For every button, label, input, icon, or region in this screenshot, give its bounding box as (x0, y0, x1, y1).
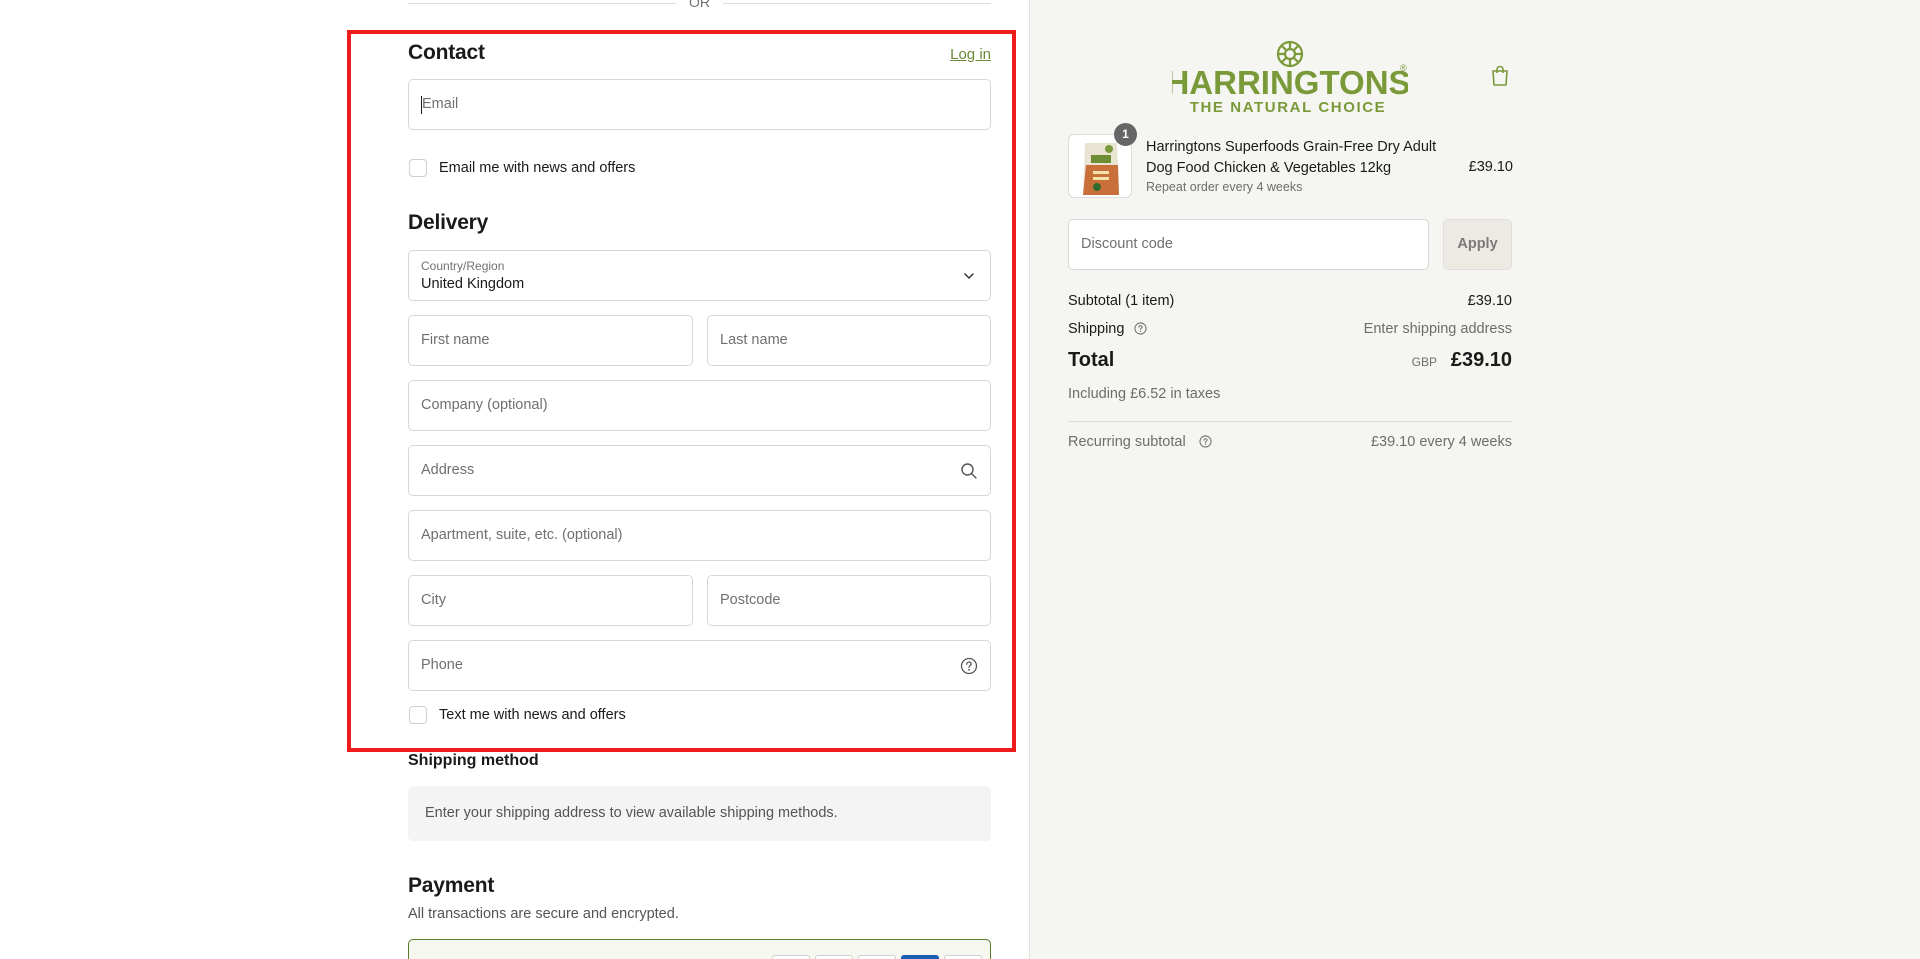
shopping-bag-icon[interactable] (1490, 65, 1510, 87)
last-name-field[interactable]: Last name (707, 315, 991, 366)
company-placeholder: Company (optional) (421, 397, 548, 413)
shipping-heading: Shipping method (408, 752, 539, 769)
apply-discount-button[interactable]: Apply (1443, 219, 1512, 270)
help-circle-icon[interactable] (1134, 322, 1148, 335)
discount-code-field[interactable]: Discount code (1068, 219, 1429, 270)
address-field[interactable]: Address (408, 445, 991, 496)
subtotal-label: Subtotal (1 item) (1068, 293, 1175, 309)
shipping-notice: Enter your shipping address to view avai… (408, 786, 991, 841)
first-name-placeholder: First name (421, 332, 490, 348)
last-name-placeholder: Last name (720, 332, 788, 348)
shipping-value: Enter shipping address (1363, 321, 1512, 337)
divider-line-right (723, 3, 991, 4)
quantity-badge: 1 (1114, 123, 1137, 146)
email-field[interactable]: Email (408, 79, 991, 130)
postcode-field[interactable]: Postcode (707, 575, 991, 626)
shipping-row: Shipping Enter shipping address (1068, 321, 1512, 337)
first-name-field[interactable]: First name (408, 315, 693, 366)
recurring-row: Recurring subtotal £39.10 every 4 weeks (1068, 434, 1512, 450)
sms-label: Text me with news and offers (439, 707, 626, 723)
payment-method-box[interactable] (408, 939, 991, 959)
city-field[interactable]: City (408, 575, 693, 626)
help-circle-icon[interactable] (960, 657, 978, 675)
sms-checkbox-row[interactable]: Text me with news and offers (409, 706, 626, 724)
payment-subtitle: All transactions are secure and encrypte… (408, 906, 679, 922)
shipping-notice-text: Enter your shipping address to view avai… (425, 805, 838, 821)
newsletter-label: Email me with news and offers (439, 160, 636, 176)
recurring-label: Recurring subtotal (1068, 434, 1186, 450)
amex-card-icon (901, 955, 939, 959)
brand-tagline: THE NATURAL CHOICE (1190, 99, 1387, 116)
phone-placeholder: Phone (421, 657, 463, 673)
total-row: Total GBP £39.10 (1068, 349, 1512, 377)
card-brand-icon (815, 955, 853, 959)
newsletter-checkbox-row[interactable]: Email me with news and offers (409, 159, 635, 177)
help-circle-icon[interactable] (1199, 435, 1212, 448)
search-icon[interactable] (960, 462, 978, 480)
subtotal-value: £39.10 (1467, 293, 1512, 309)
delivery-heading: Delivery (408, 211, 489, 234)
chevron-down-icon (964, 273, 974, 280)
phone-field[interactable]: Phone (408, 640, 991, 691)
currency-code: GBP (1411, 355, 1437, 369)
address-placeholder: Address (421, 462, 475, 478)
contact-heading: Contact (408, 41, 485, 64)
or-text: OR (689, 0, 710, 10)
sms-checkbox[interactable] (409, 706, 427, 724)
subtotal-row: Subtotal (1 item) £39.10 (1068, 293, 1512, 309)
subscription-text: Repeat order every 4 weeks (1146, 180, 1303, 194)
tax-note: Including £6.52 in taxes (1068, 386, 1221, 402)
brand-name: HARRINGTONS (1172, 64, 1408, 101)
country-value: United Kingdom (421, 276, 525, 292)
login-link[interactable]: Log in (950, 46, 991, 63)
postcode-placeholder: Postcode (720, 592, 781, 608)
product-price: £39.10 (1468, 159, 1513, 175)
company-field[interactable]: Company (optional) (408, 380, 991, 431)
email-placeholder: Email (422, 96, 459, 112)
payment-heading: Payment (408, 874, 495, 897)
apartment-field[interactable]: Apartment, suite, etc. (optional) (408, 510, 991, 561)
registered-mark: ® (1400, 63, 1407, 73)
country-label: Country/Region (421, 259, 505, 273)
country-select[interactable]: Country/Region United Kingdom (408, 250, 991, 301)
apartment-placeholder: Apartment, suite, etc. (optional) (421, 527, 623, 543)
shipping-label: Shipping (1068, 321, 1125, 337)
card-brand-icon (944, 955, 982, 959)
harringtons-logo[interactable]: HARRINGTONS ® THE NATURAL CHOICE (1172, 36, 1408, 116)
contact-header: Contact Log in (408, 41, 991, 69)
card-brand-icon (858, 955, 896, 959)
city-placeholder: City (421, 592, 446, 608)
total-value: £39.10 (1450, 349, 1512, 371)
card-brand-icon (772, 955, 810, 959)
newsletter-checkbox[interactable] (409, 159, 427, 177)
discount-placeholder: Discount code (1081, 236, 1173, 252)
product-title: Harringtons Superfoods Grain-Free Dry Ad… (1146, 139, 1437, 176)
summary-divider (1068, 421, 1512, 422)
total-label: Total (1068, 349, 1115, 371)
or-divider: OR (408, 0, 991, 10)
recurring-value: £39.10 every 4 weeks (1370, 434, 1512, 450)
